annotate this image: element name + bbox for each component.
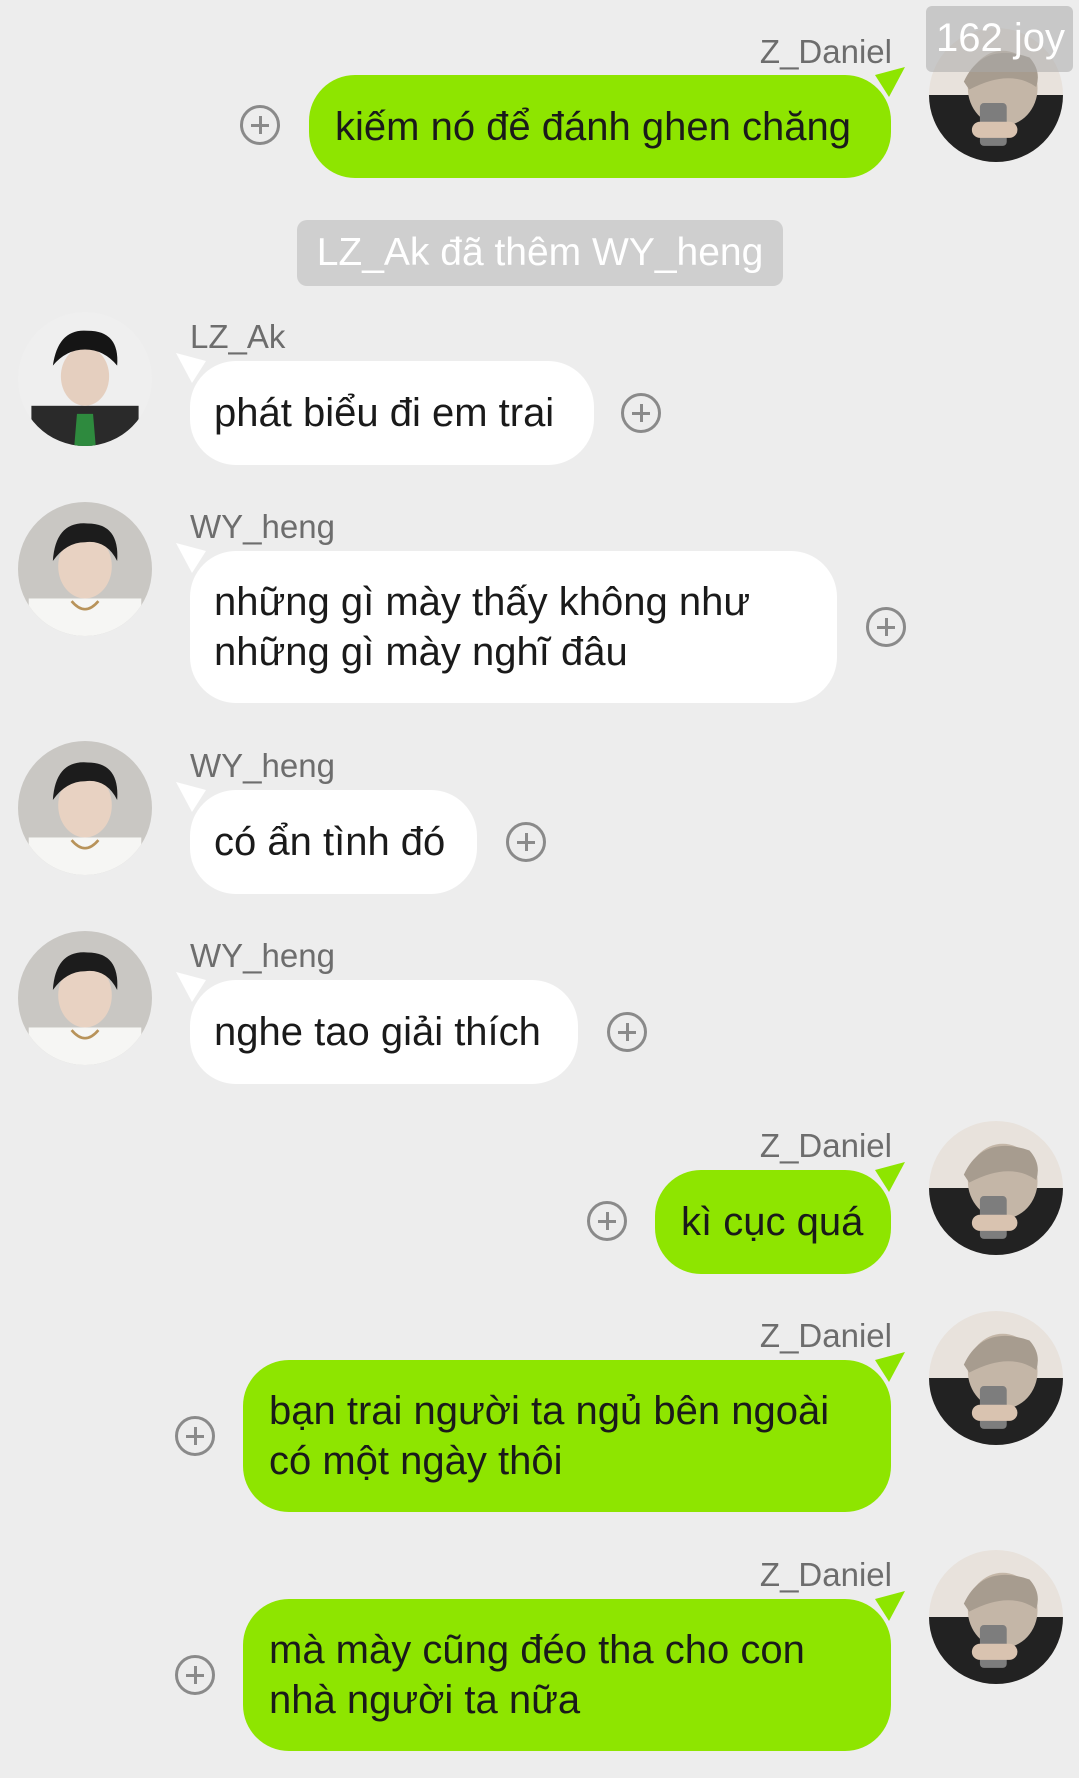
add-reaction-icon[interactable] [621,393,661,433]
bubble-tail [875,1162,905,1192]
bubble-tail [176,543,206,573]
add-reaction-icon[interactable] [240,105,280,145]
add-reaction-icon[interactable] [175,1655,215,1695]
system-note: LZ_Ak đã thêm WY_heng [297,220,783,286]
message-bubble[interactable]: có ẩn tình đó [190,790,477,894]
add-reaction-icon[interactable] [607,1012,647,1052]
sender-name: LZ_Ak [190,318,286,355]
sender-name: Z_Daniel [759,1127,892,1164]
sender-name: Z_Daniel [759,1556,892,1593]
message-text: kì cục quá [681,1200,864,1244]
watermark-label: 162 joy [926,6,1073,72]
lz-ak-avatar[interactable] [18,312,152,446]
add-reaction-icon[interactable] [866,607,906,647]
message-text: những gì mày thấy không như những gì mày… [214,580,751,674]
add-reaction-icon[interactable] [506,822,546,862]
z-daniel-avatar[interactable] [929,1121,1063,1255]
sender-name: Z_Daniel [759,1317,892,1354]
bubble-tail [875,1591,905,1621]
message-text: bạn trai người ta ngủ bên ngoài có một n… [269,1389,830,1483]
wy-heng-avatar[interactable] [18,502,152,636]
wy-heng-avatar[interactable] [18,741,152,875]
message-text: nghe tao giải thích [214,1010,541,1054]
message-text: mà mày cũng đéo tha cho con nhà người ta… [269,1628,805,1722]
message-text: phát biểu đi em trai [214,391,555,435]
bubble-tail [176,972,206,1002]
bubble-tail [176,353,206,383]
z-daniel-avatar[interactable] [929,1311,1063,1445]
message-text: có ẩn tình đó [214,820,446,864]
bubble-tail [875,67,905,97]
message-bubble[interactable]: kì cục quá [655,1170,891,1274]
sender-name: WY_heng [190,937,335,974]
add-reaction-icon[interactable] [175,1416,215,1456]
add-reaction-icon[interactable] [587,1201,627,1241]
message-bubble[interactable]: phát biểu đi em trai [190,361,594,465]
message-bubble[interactable]: những gì mày thấy không như những gì mày… [190,551,837,703]
sender-name: WY_heng [190,747,335,784]
bubble-tail [176,782,206,812]
sender-name: WY_heng [190,508,335,545]
sender-name: Z_Daniel [759,33,892,70]
message-bubble[interactable]: bạn trai người ta ngủ bên ngoài có một n… [243,1360,891,1512]
message-bubble[interactable]: mà mày cũng đéo tha cho con nhà người ta… [243,1599,891,1751]
bubble-tail [875,1352,905,1382]
message-text: kiếm nó để đánh ghen chăng [335,104,851,149]
wy-heng-avatar[interactable] [18,931,152,1065]
message-bubble[interactable]: nghe tao giải thích [190,980,578,1084]
message-bubble[interactable]: kiếm nó để đánh ghen chăng [309,75,891,178]
z-daniel-avatar[interactable] [929,1550,1063,1684]
